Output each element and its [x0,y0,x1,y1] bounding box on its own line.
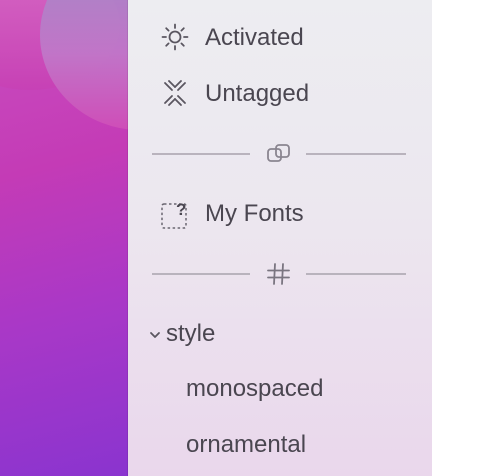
sidebar-item-label: Untagged [205,80,310,107]
svg-text:?: ? [176,200,186,219]
section-divider [152,262,406,286]
desktop-wallpaper [0,0,130,476]
divider-line [306,273,406,275]
sidebar-item-label: Activated [205,24,304,51]
sidebar-item-activated[interactable]: Activated [128,16,432,56]
tag-group-label: style [166,320,216,347]
sidebar-item-untagged[interactable]: Untagged [128,72,432,112]
tag-item-ornamental[interactable]: ornamental [186,431,306,459]
sidebar-item-label: My Fonts [205,200,304,227]
duplicate-icon [264,142,294,166]
sun-icon [160,22,190,52]
hashtag-icon [264,262,294,286]
tag-item-monospaced[interactable]: monospaced [186,375,323,403]
tag-x-icon [160,78,190,108]
section-divider [152,142,406,166]
dashed-folder-question-icon: ? [160,198,190,229]
divider-line [152,273,250,275]
divider-line [306,153,406,155]
chevron-down-icon[interactable] [148,328,162,342]
content-area [432,0,486,476]
sidebar: Activated Untagged ? My Fonts style mono… [128,0,432,476]
wallpaper-wave [40,0,130,130]
divider-line [152,153,250,155]
sidebar-item-my-fonts[interactable]: ? My Fonts [128,192,432,232]
